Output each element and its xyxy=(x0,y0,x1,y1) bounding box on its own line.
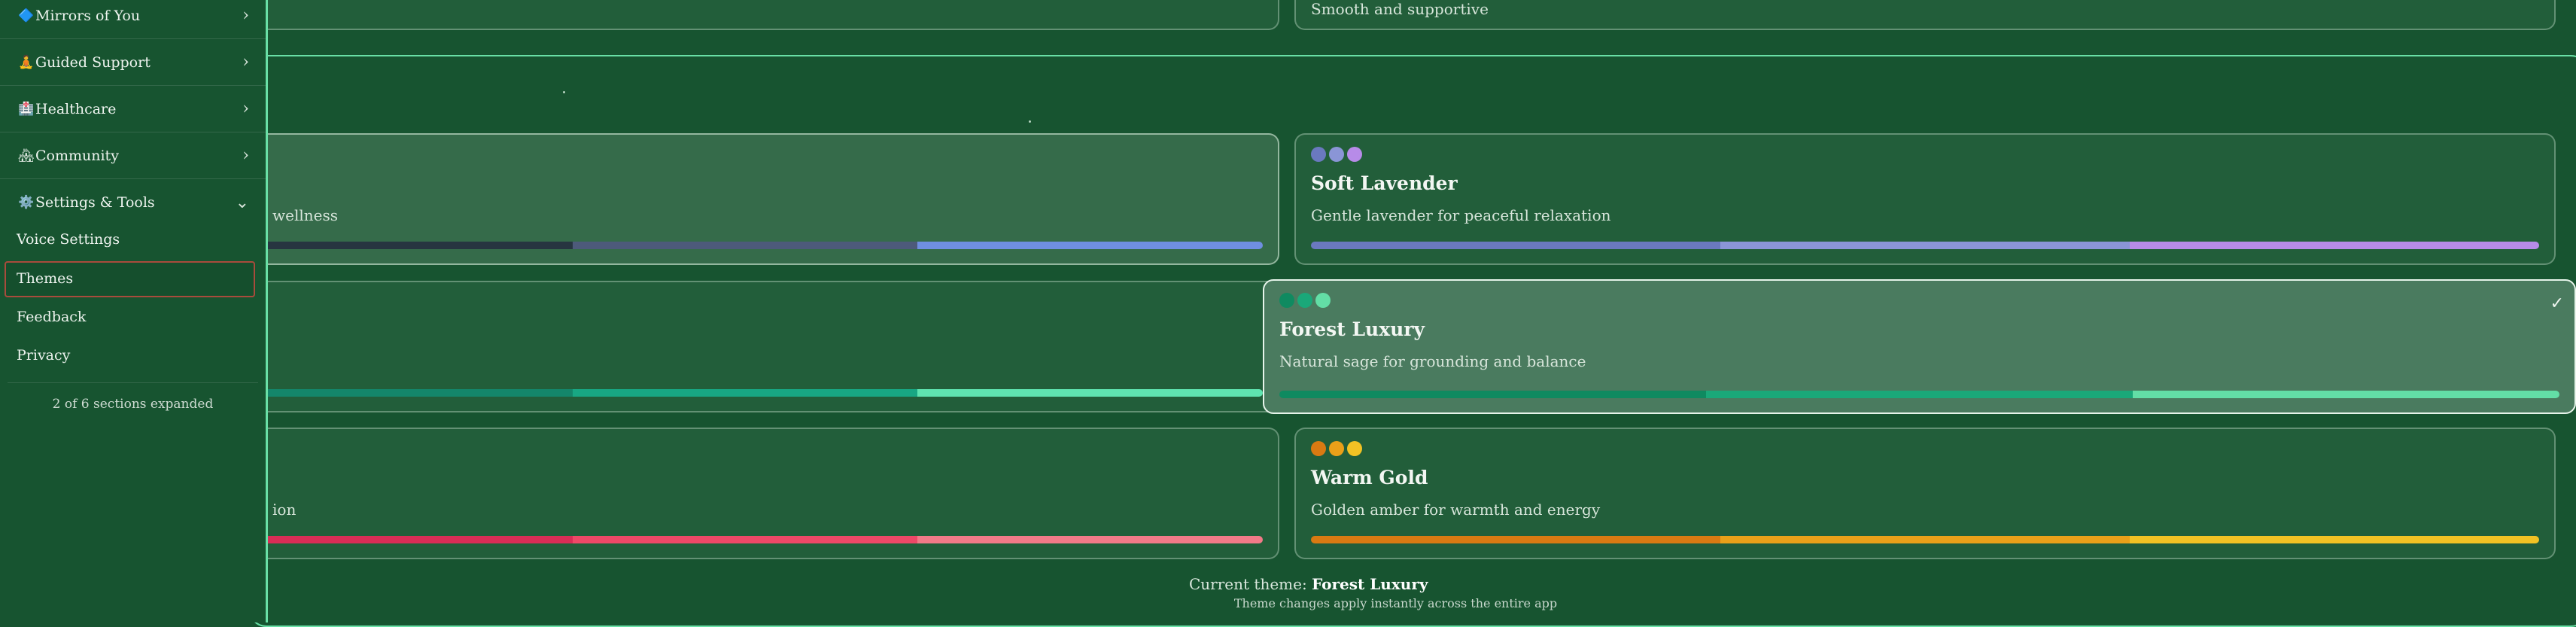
sidebar-section-mirrors-of-you[interactable]: 🔷 Mirrors of You › xyxy=(0,0,266,39)
theme-preview-bar xyxy=(227,389,1263,397)
theme-card-soft-lavender[interactable]: Soft Lavender Gentle lavender for peacef… xyxy=(1294,133,2556,265)
swatch xyxy=(1315,293,1331,308)
gear-icon: ⚙️ xyxy=(18,195,35,210)
section-label: Community xyxy=(35,147,119,164)
theme-preview-bar xyxy=(1311,536,2539,543)
sidebar-item-voice-settings[interactable]: Voice Settings xyxy=(17,231,120,248)
chevron-right-icon: › xyxy=(242,99,249,118)
theme-card-1[interactable]: wellness xyxy=(226,133,1279,265)
theme-preview-bar xyxy=(227,536,1263,543)
theme-preview-bar xyxy=(1279,391,2559,398)
swatch xyxy=(1329,441,1344,456)
section-label: Mirrors of You xyxy=(35,7,141,24)
theme-title: Soft Lavender xyxy=(1311,172,1458,194)
current-theme-label: Current theme: xyxy=(1189,575,1307,593)
swatch xyxy=(1311,147,1326,162)
meditation-icon: 🧘 xyxy=(18,54,35,70)
theme-description: Golden amber for warmth and energy xyxy=(1311,501,1601,519)
theme-card-partial-top-left[interactable] xyxy=(226,0,1279,30)
section-label: Guided Support xyxy=(35,53,151,71)
sidebar-item-feedback[interactable]: Feedback xyxy=(17,309,86,325)
chevron-down-icon: ⌄ xyxy=(235,193,249,212)
theme-description: ion xyxy=(272,501,297,519)
theme-card-warm-gold[interactable]: Warm Gold Golden amber for warmth and en… xyxy=(1294,428,2556,559)
sidebar-section-settings-tools[interactable]: ⚙️ Settings & Tools ⌄ xyxy=(0,179,266,226)
section-label: Healthcare xyxy=(35,100,117,117)
sidebar-section-guided-support[interactable]: 🧘 Guided Support › xyxy=(0,39,266,86)
theme-description: Natural sage for grounding and balance xyxy=(1279,352,1586,370)
divider xyxy=(8,382,258,383)
community-icon: 🏘 xyxy=(18,148,35,163)
theme-card-3[interactable] xyxy=(226,281,1279,412)
theme-card-5[interactable]: ion xyxy=(226,428,1279,559)
swatch xyxy=(1347,147,1362,162)
chevron-right-icon: › xyxy=(242,53,249,72)
current-theme-text: Current theme: Forest Luxury xyxy=(1189,575,1428,593)
theme-note: Theme changes apply instantly across the… xyxy=(1233,596,1558,610)
sidebar-section-healthcare[interactable]: 🏥 Healthcare › xyxy=(0,86,266,132)
hospital-icon: 🏥 xyxy=(18,101,35,117)
sidebar-item-themes[interactable]: Themes xyxy=(17,270,73,287)
theme-description: Smooth and supportive xyxy=(1311,0,1489,18)
theme-title: Forest Luxury xyxy=(1279,318,1425,340)
color-swatches xyxy=(1311,441,1362,456)
theme-preview-bar xyxy=(1311,242,2539,249)
diamond-icon: 🔷 xyxy=(18,8,35,23)
checkmark-icon: ✓ xyxy=(2550,294,2564,313)
swatch xyxy=(1347,441,1362,456)
chevron-right-icon: › xyxy=(242,6,249,25)
swatch xyxy=(1297,293,1312,308)
theme-title: Warm Gold xyxy=(1311,467,1428,489)
theme-description: wellness xyxy=(272,206,338,224)
color-swatches xyxy=(1279,293,1331,308)
color-swatches xyxy=(1311,147,1362,162)
current-theme-value: Forest Luxury xyxy=(1312,575,1428,593)
sidebar: 🔷 Mirrors of You › 🧘 Guided Support › 🏥 … xyxy=(0,0,268,622)
sidebar-item-privacy[interactable]: Privacy xyxy=(17,347,70,364)
swatch xyxy=(1329,147,1344,162)
chevron-right-icon: › xyxy=(242,146,249,165)
theme-description: Gentle lavender for peaceful relaxation xyxy=(1311,206,1611,224)
section-label: Settings & Tools xyxy=(35,194,155,211)
swatch xyxy=(1311,441,1326,456)
sections-expanded-status: 2 of 6 sections expanded xyxy=(52,397,214,412)
swatch xyxy=(1279,293,1294,308)
theme-card-forest-luxury[interactable]: Forest Luxury Natural sage for grounding… xyxy=(1263,279,2576,414)
theme-preview-bar xyxy=(227,242,1263,249)
sidebar-section-community[interactable]: 🏘 Community › xyxy=(0,132,266,179)
theme-card-partial-top-right[interactable]: Smooth and supportive xyxy=(1294,0,2556,30)
